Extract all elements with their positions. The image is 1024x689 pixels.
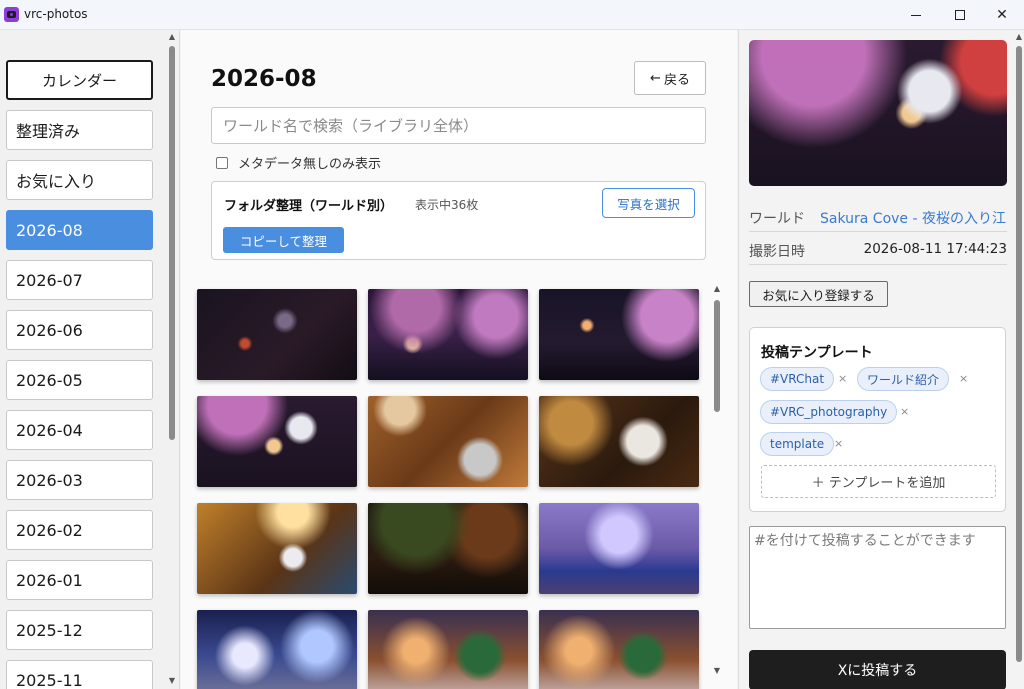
close-icon: ✕ <box>996 7 1008 23</box>
detail-scroll-thumb[interactable] <box>1016 46 1022 662</box>
main-panel: 2026-08 ← 戻る メタデータ無しのみ表示 フォルダ整理（ワールド別） 表… <box>181 30 737 689</box>
window-title: vrc-photos <box>24 7 88 21</box>
photo-thumbnail[interactable] <box>368 503 528 594</box>
photo-thumbnail[interactable] <box>368 610 528 689</box>
title-bar: vrc-photos ✕ <box>0 0 1024 30</box>
template-chip[interactable]: template <box>760 432 835 456</box>
photo-thumbnail[interactable] <box>368 289 528 380</box>
world-row: ワールド Sakura Cove - 夜桜の入り江 <box>749 202 1007 232</box>
grid-scroll-thumb[interactable] <box>714 300 720 412</box>
add-template-button[interactable]: ＋ テンプレートを追加 <box>761 465 996 498</box>
world-label: ワールド <box>749 211 805 227</box>
maximize-button[interactable] <box>938 0 982 30</box>
scroll-down-icon[interactable]: ▼ <box>166 676 178 686</box>
sidebar: カレンダー 整理済み お気に入り 2026-08 2026-07 2026-06… <box>0 30 180 689</box>
page-title: 2026-08 <box>211 66 317 92</box>
close-button[interactable]: ✕ <box>980 0 1024 30</box>
photo-thumbnail[interactable] <box>539 289 699 380</box>
add-favorite-button[interactable]: お気に入り登録する <box>749 281 888 307</box>
photo-preview[interactable] <box>749 40 1007 186</box>
sidebar-item-2026-05[interactable]: 2026-05 <box>6 360 153 400</box>
sidebar-item-organized[interactable]: 整理済み <box>6 110 153 150</box>
sidebar-item-2025-12[interactable]: 2025-12 <box>6 610 153 650</box>
date-label: 撮影日時 <box>749 244 805 260</box>
photo-thumbnail[interactable] <box>539 396 699 487</box>
grid-scrollbar[interactable]: ▲ ▼ <box>711 284 723 689</box>
minimize-button[interactable] <box>894 0 938 30</box>
scroll-down-icon[interactable]: ▼ <box>711 666 723 676</box>
photo-thumbnail[interactable] <box>368 396 528 487</box>
scroll-up-icon[interactable]: ▲ <box>166 32 178 42</box>
scroll-up-icon[interactable]: ▲ <box>711 284 723 294</box>
photo-thumbnail[interactable] <box>539 610 699 689</box>
sidebar-item-2026-02[interactable]: 2026-02 <box>6 510 153 550</box>
date-value: 2026-08-11 17:44:23 <box>863 241 1007 257</box>
sidebar-item-2026-08[interactable]: 2026-08 <box>6 210 153 250</box>
sidebar-item-2025-11[interactable]: 2025-11 <box>6 660 153 689</box>
post-text-input[interactable] <box>749 526 1006 629</box>
remove-chip-icon[interactable]: × <box>834 437 843 450</box>
back-button-label: 戻る <box>663 72 690 88</box>
remove-chip-icon[interactable]: × <box>959 372 968 385</box>
maximize-icon <box>955 10 965 20</box>
remove-chip-icon[interactable]: × <box>838 372 847 385</box>
folder-organize-panel: フォルダ整理（ワールド別） 表示中36枚 写真を選択 コピーして整理 <box>211 181 706 260</box>
post-to-x-button[interactable]: Xに投稿する <box>749 650 1006 689</box>
metadata-filter[interactable]: メタデータ無しのみ表示 <box>216 153 381 172</box>
template-chip[interactable]: ワールド紹介 <box>857 367 950 391</box>
sidebar-item-favorites[interactable]: お気に入り <box>6 160 153 200</box>
minimize-icon <box>911 14 921 16</box>
post-template-title: 投稿テンプレート <box>761 345 873 361</box>
detail-panel: ワールド Sakura Cove - 夜桜の入り江 撮影日時 2026-08-1… <box>738 30 1024 689</box>
sidebar-item-2026-04[interactable]: 2026-04 <box>6 410 153 450</box>
sidebar-item-2026-03[interactable]: 2026-03 <box>6 460 153 500</box>
sidebar-scroll-thumb[interactable] <box>169 46 175 440</box>
world-link[interactable]: Sakura Cove - 夜桜の入り江 <box>820 208 1006 228</box>
remove-chip-icon[interactable]: × <box>900 405 909 418</box>
metadata-filter-checkbox[interactable] <box>216 156 228 169</box>
photo-thumbnail[interactable] <box>197 396 357 487</box>
photo-thumbnail[interactable] <box>197 610 357 689</box>
sidebar-item-2026-07[interactable]: 2026-07 <box>6 260 153 300</box>
scroll-up-icon[interactable]: ▲ <box>1013 32 1024 42</box>
date-row: 撮影日時 2026-08-11 17:44:23 <box>749 235 1007 265</box>
metadata-filter-label: メタデータ無しのみ表示 <box>238 157 382 172</box>
template-chip[interactable]: #VRC_photography <box>760 400 898 424</box>
back-button[interactable]: ← 戻る <box>634 61 706 95</box>
detail-scrollbar[interactable]: ▲ <box>1013 30 1024 689</box>
sidebar-item-2026-01[interactable]: 2026-01 <box>6 560 153 600</box>
arrow-left-icon: ← <box>650 70 661 86</box>
sidebar-scrollbar[interactable]: ▲ ▼ <box>166 30 178 689</box>
photo-thumbnail[interactable] <box>539 503 699 594</box>
app-icon <box>4 7 19 22</box>
template-chip[interactable]: #VRChat <box>760 367 835 391</box>
world-search-input[interactable] <box>211 107 706 144</box>
photo-count: 表示中36枚 <box>415 198 479 212</box>
select-photos-button[interactable]: 写真を選択 <box>602 188 695 218</box>
copy-organize-button[interactable]: コピーして整理 <box>223 227 344 253</box>
calendar-button[interactable]: カレンダー <box>6 60 153 100</box>
sidebar-item-2026-06[interactable]: 2026-06 <box>6 310 153 350</box>
post-template-panel: 投稿テンプレート #VRChat × ワールド紹介 × #VRC_photogr… <box>749 327 1006 512</box>
photo-thumbnail[interactable] <box>197 503 357 594</box>
folder-organize-title: フォルダ整理（ワールド別） <box>224 199 394 214</box>
photo-thumbnail[interactable] <box>197 289 357 380</box>
